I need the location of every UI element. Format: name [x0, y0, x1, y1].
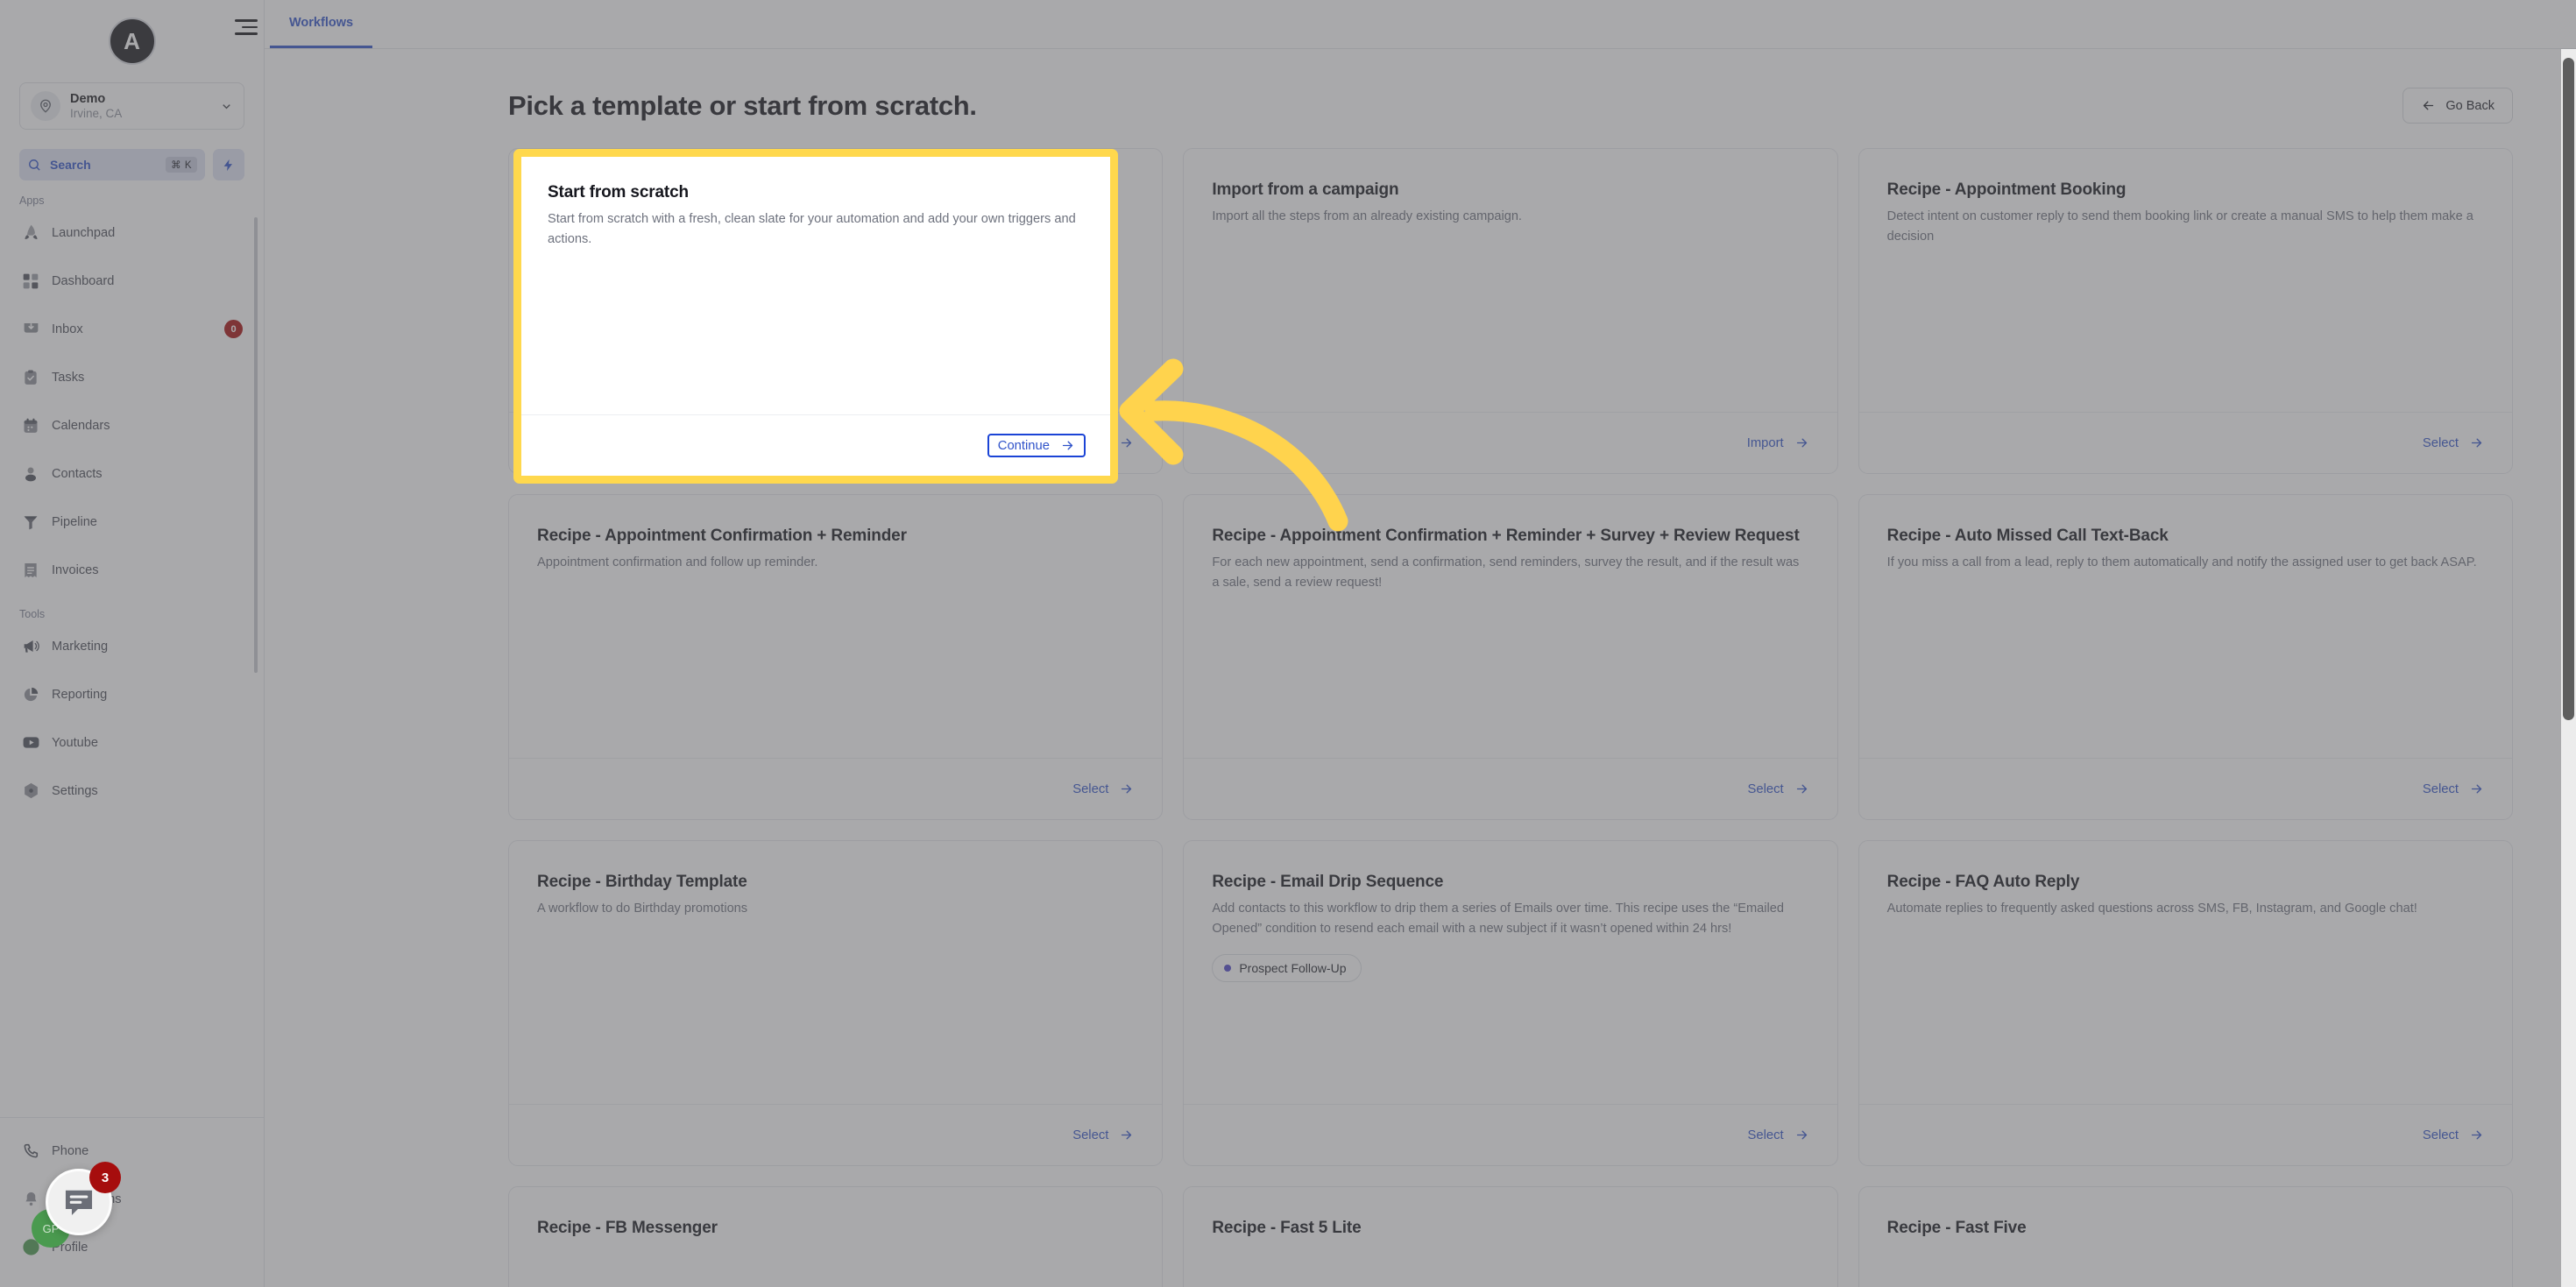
- chat-unread-badge: 3: [89, 1162, 121, 1193]
- chat-bubble-icon: [60, 1184, 97, 1220]
- dim-overlay: [0, 0, 2576, 1287]
- card-action-label: Continue: [997, 438, 1050, 453]
- continue-button[interactable]: Continue: [987, 434, 1086, 457]
- arrow-right-icon: [1060, 438, 1075, 453]
- annotation-arrow: [1100, 346, 1398, 552]
- page-scrollbar-thumb[interactable]: [2563, 58, 2574, 720]
